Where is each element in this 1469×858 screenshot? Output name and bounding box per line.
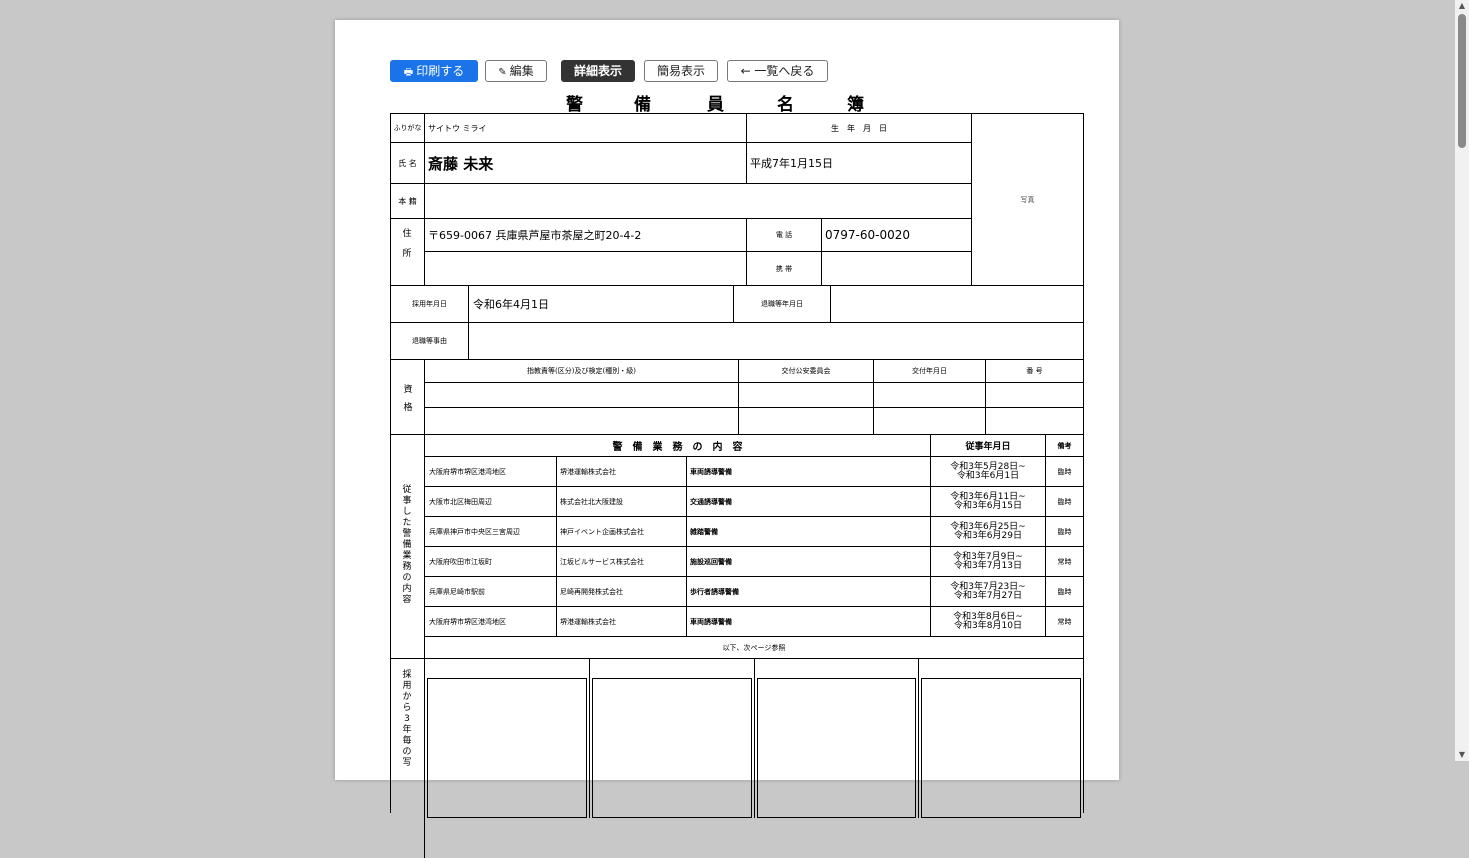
duty-date-to: 令和3年7月27日 — [954, 590, 1022, 601]
duty-dates: 令和3年7月9日~ 令和3年7月13日 — [931, 547, 1045, 576]
pencil-icon: ✎ — [498, 67, 507, 78]
qual-header-date: 交付年月日 — [912, 367, 947, 375]
detail-view-button[interactable]: 詳細表示 — [561, 60, 635, 82]
duty-task: 車両誘導警備 — [690, 467, 732, 476]
document-page: 🖶印刷する ✎編集 詳細表示 簡易表示 ← 一覧へ戻る 警 備 員 名 簿 — [335, 20, 1119, 858]
photo-label: 写真 — [1020, 195, 1035, 204]
qual-header-number: 番 号 — [1026, 367, 1043, 375]
name-label: 氏 名 — [398, 158, 417, 168]
roster-form: ふりがな サイトウ ミライ 生 年 月 日 氏 名 斎藤 未来 平成7年1月15… — [390, 113, 1084, 858]
scroll-down-icon[interactable]: ▼ — [1455, 749, 1469, 761]
duty-note: 臨時 — [1057, 527, 1072, 536]
name-value: 斎藤 未来 — [428, 154, 494, 173]
photo-box — [757, 678, 916, 818]
duty-place: 兵庫県神戸市中央区三宮周辺 — [429, 527, 520, 536]
duty-note: 臨時 — [1057, 587, 1072, 596]
edit-button[interactable]: ✎ 編集 — [485, 60, 547, 82]
duty-dates: 令和3年7月23日~ 令和3年7月27日 — [931, 577, 1045, 606]
print-icon: 🖶 — [403, 67, 414, 78]
duty-note: 臨時 — [1057, 467, 1072, 476]
address-label-1: 住 — [402, 229, 412, 239]
duty-task: 歩行者誘導警備 — [690, 587, 739, 596]
duty-date-to: 令和3年6月15日 — [954, 500, 1022, 511]
duty-company: 堺港運輸株式会社 — [560, 467, 616, 476]
duty-company: 尼崎再開発株式会社 — [560, 587, 623, 596]
simple-view-button[interactable]: 簡易表示 — [644, 60, 718, 82]
title-char: 員 — [707, 95, 724, 115]
title-char: 警 — [566, 95, 583, 115]
scrollbar-thumb[interactable] — [1458, 14, 1466, 148]
duty-note: 臨時 — [1057, 497, 1072, 506]
retire-reason-label: 退職等事由 — [412, 337, 447, 345]
retire-date-label: 退職等年月日 — [761, 300, 803, 308]
phone-value: 0797-60-0020 — [825, 228, 911, 242]
duties-date-header: 従事年月日 — [965, 442, 1011, 452]
duty-company: 堺港運輸株式会社 — [560, 617, 616, 626]
address-label-2: 所 — [402, 249, 412, 259]
birthdate-value: 平成7年1月15日 — [750, 157, 833, 170]
hire-date-label: 採用年月日 — [412, 300, 447, 308]
duty-note: 常時 — [1057, 557, 1072, 566]
photo-box — [427, 678, 587, 818]
title-char: 名 — [777, 95, 794, 115]
duty-date-to: 令和3年8月10日 — [954, 620, 1022, 631]
duty-task: 雑踏警備 — [690, 527, 718, 536]
duty-place: 兵庫県尼崎市駅前 — [429, 587, 485, 596]
scroll-up-icon[interactable]: ▲ — [1455, 0, 1469, 12]
duty-date-to: 令和3年6月29日 — [954, 530, 1022, 541]
duty-dates: 令和3年8月6日~ 令和3年8月10日 — [931, 607, 1045, 636]
duty-task: 車両誘導警備 — [690, 617, 732, 626]
duty-company: 神戸イベント企画株式会社 — [560, 527, 644, 536]
duty-date-to: 令和3年7月13日 — [954, 560, 1022, 571]
duty-place: 大阪市北区梅田周辺 — [429, 497, 492, 506]
title-char: 簿 — [847, 95, 864, 115]
duty-note: 常時 — [1057, 617, 1072, 626]
duties-footer: 以下、次ページ参照 — [722, 643, 786, 652]
duties-note-header: 備考 — [1057, 441, 1072, 450]
duty-task: 施設巡回警備 — [690, 557, 732, 566]
duty-place: 大阪府堺市堺区港湾地区 — [429, 617, 506, 626]
duty-task: 交通誘導警備 — [690, 497, 732, 506]
photo-box — [592, 678, 752, 818]
duties-header: 警 備 業 務 の 内 容 — [612, 442, 743, 453]
photos-side-label: 採用から3年毎の写 — [402, 670, 412, 768]
duty-dates: 令和3年5月28日~ 令和3年6月1日 — [931, 457, 1045, 486]
phone-label: 電 話 — [775, 231, 793, 239]
duty-place: 大阪府吹田市江坂町 — [429, 557, 492, 566]
furigana-value: サイトウ ミライ — [428, 123, 487, 133]
photo-box — [921, 678, 1081, 818]
furigana-label: ふりがな — [393, 124, 422, 132]
print-button[interactable]: 🖶 印刷する — [390, 60, 478, 82]
honseki-label: 本 籍 — [398, 196, 417, 206]
duty-date-to: 令和3年6月1日 — [956, 470, 1020, 481]
hire-date-value: 令和6年4月1日 — [473, 298, 549, 311]
mobile-label: 携 帯 — [775, 264, 793, 273]
duty-dates: 令和3年6月11日~ 令和3年6月15日 — [931, 487, 1045, 516]
duty-dates: 令和3年6月25日~ 令和3年6月29日 — [931, 517, 1045, 546]
duty-company: 江坂ビルサービス株式会社 — [560, 557, 644, 566]
address-value: 〒659-0067 兵庫県芦屋市茶屋之町20-4-2 — [428, 229, 642, 242]
qualification-label: 資格 — [403, 385, 413, 413]
qual-header-commission: 交付公安委員会 — [781, 367, 831, 375]
duties-side-label: 従事した警備業務の内容 — [402, 485, 412, 605]
qual-header-type: 指教責等(区分)及び検定(種別・級) — [527, 367, 636, 375]
duty-company: 株式会社北大阪建設 — [560, 497, 623, 506]
title-char: 備 — [634, 95, 651, 115]
birthdate-label: 生 年 月 日 — [831, 123, 887, 133]
scrollbar[interactable]: ▲ ▼ — [1455, 0, 1469, 761]
back-to-list-button[interactable]: ← 一覧へ戻る — [727, 60, 828, 82]
duty-place: 大阪府堺市堺区港湾地区 — [429, 467, 506, 476]
